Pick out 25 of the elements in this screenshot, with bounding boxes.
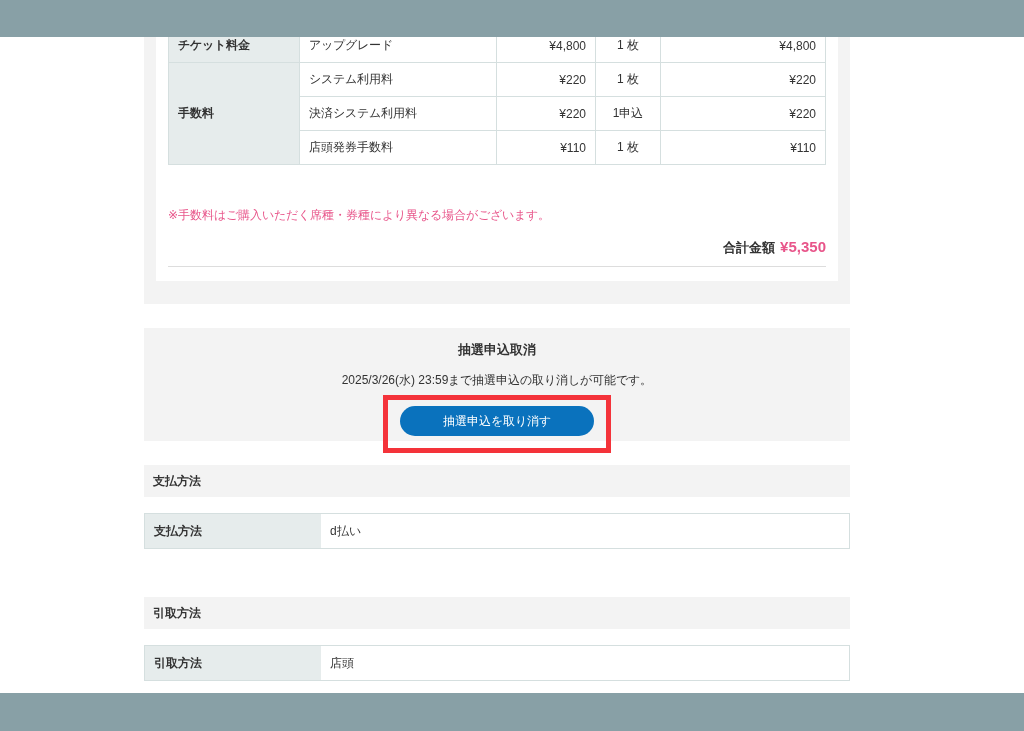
table-cell: ¥220 [496, 62, 596, 97]
row-header-cell: 支払方法 [145, 514, 321, 548]
section-header: 引取方法 [144, 597, 850, 629]
table-cell-text: 店頭 [329, 655, 354, 672]
cancel-message: 2025/3/26(水) 23:59まで抽選申込の取り消しが可能です。 [341, 372, 653, 389]
table-cell: ¥220 [660, 96, 826, 131]
table-cell: 店頭発券手数料 [299, 130, 497, 165]
row-header-cell: 手数料 [168, 62, 300, 165]
table-cell: 決済システム利用料 [299, 96, 497, 131]
table-cell: 1 枚 [595, 62, 661, 97]
row-header-cell: 引取方法 [145, 646, 321, 680]
total-label: 合計金額 [723, 239, 776, 257]
cancel-button[interactable]: 抽選申込を取り消す [400, 406, 594, 436]
table-cell: 1 枚 [595, 130, 661, 165]
table-cell: ¥220 [660, 62, 826, 97]
table-cell: ¥220 [496, 96, 596, 131]
section-header: 支払方法 [144, 465, 850, 497]
total-amount: ¥5,350 [780, 238, 826, 255]
cancel-title: 抽選申込取消 [458, 341, 536, 359]
table-cell: ¥110 [660, 130, 826, 165]
fee-note: ※手数料はご購入いただく席種・券種により異なる場合がございます。 [168, 207, 552, 224]
table-cell: 1申込 [595, 96, 661, 131]
table-cell: システム利用料 [299, 62, 497, 97]
table-cell: ¥110 [496, 130, 596, 165]
table-cell-text: d払い [329, 523, 361, 540]
